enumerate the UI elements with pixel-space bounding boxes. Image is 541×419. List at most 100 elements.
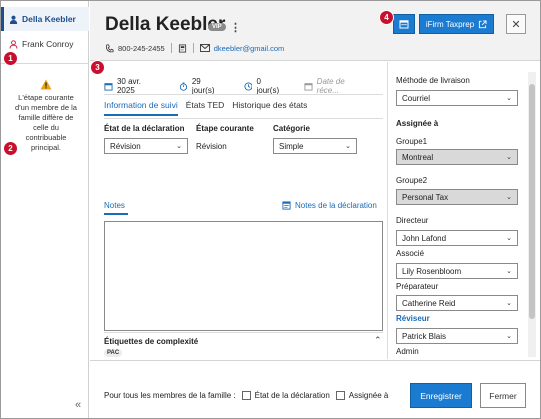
declaration-notes-link[interactable]: Notes de la déclaration [282, 201, 377, 210]
separator [170, 43, 172, 53]
active-tab-underline [104, 213, 128, 215]
tab-notes[interactable]: Notes [104, 201, 125, 210]
phone-icon [105, 43, 114, 52]
step-badge-4: 4 [379, 10, 394, 25]
main-panel: 30 avr. 2025 29 jour(s) 0 jour(s) Date d… [90, 62, 387, 359]
group1-label: Groupe1 [396, 137, 428, 146]
separator [192, 43, 194, 53]
admin-label: Admin [396, 347, 419, 356]
collapse-sidebar-button[interactable]: « [75, 399, 81, 411]
person-icon [9, 15, 18, 24]
chevron-down-icon: ⌄ [506, 268, 512, 275]
warning-icon [40, 79, 52, 90]
assignment-panel: Méthode de livraison Courriel ⌄ Assignée… [387, 62, 540, 359]
fax-icon [178, 43, 186, 53]
tab-information-de-suivi[interactable]: Information de suivi [104, 100, 178, 116]
category-select[interactable]: Simple ⌄ [273, 138, 357, 154]
ifirm-taxprep-label: iFirm Taxprep [425, 19, 475, 29]
associate-select[interactable]: Lily Rosenbloom ⌄ [396, 263, 518, 279]
current-step-value: Révision [196, 142, 227, 151]
info-row: 30 avr. 2025 29 jour(s) 0 jour(s) Date d… [104, 77, 387, 95]
checkbox-label: Assignée à [348, 391, 389, 400]
header: Della Keebler VIP ⋮ 800-245-2455 dkeeble… [90, 1, 540, 61]
chevron-down-icon: ⌄ [506, 194, 512, 201]
received-date-field[interactable]: Date de réce... [304, 77, 369, 95]
checkbox-box[interactable] [335, 391, 345, 400]
sidebar-item-label: Della Keebler [22, 14, 76, 24]
group2-value: Personal Tax [402, 192, 449, 202]
vip-badge: VIP [208, 23, 226, 31]
person-outline-icon [9, 39, 18, 49]
chevron-down-icon: ⌄ [176, 143, 182, 150]
group1-select[interactable]: Montreal ⌄ [396, 149, 518, 165]
director-label: Directeur [396, 216, 429, 225]
preparer-value: Catherine Reid [402, 298, 456, 308]
tab-etats-ted[interactable]: États TED [186, 100, 225, 116]
director-select[interactable]: John Lafond ⌄ [396, 230, 518, 246]
received-date-placeholder: Date de réce... [316, 77, 345, 95]
declaration-state-label: État de la déclaration [104, 124, 185, 133]
family-apply-text: Pour tous les membres de la famille : [104, 391, 236, 400]
chevron-down-icon: ⌄ [506, 154, 512, 161]
tab-historique[interactable]: Historique des états [232, 100, 307, 116]
chevron-down-icon: ⌄ [506, 300, 512, 307]
delivery-method-value: Courriel [402, 93, 431, 103]
stopwatch-icon [179, 81, 188, 91]
sidebar-item-label: Frank Conroy [22, 39, 74, 49]
complexity-tag: PAC [104, 349, 123, 357]
notes-icon [282, 201, 291, 210]
chevron-down-icon: ⌄ [506, 95, 512, 102]
more-options-icon[interactable]: ⋮ [230, 21, 241, 34]
notes-textarea[interactable] [104, 221, 383, 331]
step-badge-1: 1 [3, 51, 18, 66]
external-link-icon [479, 19, 487, 28]
scrollbar-thumb[interactable] [529, 84, 535, 319]
category-value: Simple [279, 141, 304, 151]
email-icon [199, 44, 210, 52]
save-button[interactable]: Enregistrer [410, 383, 472, 408]
divider [104, 94, 383, 95]
checkbox-box[interactable] [241, 391, 251, 400]
chevron-down-icon: ⌄ [345, 143, 351, 150]
director-value: John Lafond [402, 233, 447, 243]
close-icon[interactable]: ✕ [506, 14, 526, 34]
calendar-edit-icon [304, 82, 313, 91]
phone-number: 800-245-2455 [118, 43, 165, 53]
clock-icon [243, 81, 253, 91]
days-remaining: 29 jour(s) [179, 77, 226, 95]
due-date-value: 30 avr. 2025 [116, 77, 141, 95]
days-elapsed-value: 0 jour(s) [256, 77, 280, 95]
days-elapsed: 0 jour(s) [243, 77, 286, 95]
calendar-icon [399, 20, 409, 29]
days-remaining-value: 29 jour(s) [191, 77, 215, 95]
calendar-button[interactable] [393, 14, 415, 34]
associate-value: Lily Rosenbloom [402, 266, 462, 276]
tab-bar: Information de suivi États TED Historiqu… [104, 100, 315, 116]
preparer-select[interactable]: Catherine Reid ⌄ [396, 295, 518, 311]
declaration-state-select[interactable]: Révision ⌄ [104, 138, 188, 154]
divider [104, 118, 383, 119]
chevron-down-icon: ⌄ [506, 333, 512, 340]
close-button[interactable]: Fermer [480, 383, 526, 408]
declaration-state-checkbox[interactable]: État de la déclaration [241, 391, 330, 400]
family-apply-row: Pour tous les membres de la famille : Ét… [104, 391, 388, 400]
ifirm-taxprep-button[interactable]: iFirm Taxprep [419, 14, 494, 34]
reviewer-select[interactable]: Patrick Blais ⌄ [396, 328, 518, 344]
chevron-down-icon: ⌄ [506, 235, 512, 242]
group2-select[interactable]: Personal Tax ⌄ [396, 189, 518, 205]
assigned-to-checkbox[interactable]: Assignée à [335, 391, 389, 400]
group2-label: Groupe2 [396, 176, 428, 185]
email-link[interactable]: dkeebler@gmail.com [214, 44, 285, 53]
reviewer-value: Patrick Blais [402, 331, 447, 341]
delivery-method-select[interactable]: Courriel ⌄ [396, 90, 518, 106]
delivery-method-label: Méthode de livraison [396, 76, 470, 85]
due-date: 30 avr. 2025 [104, 77, 161, 95]
declaration-notes-label: Notes de la déclaration [295, 201, 377, 210]
sidebar-item-della-keebler[interactable]: Della Keebler [1, 7, 89, 31]
preparer-label: Préparateur [396, 282, 439, 291]
category-label: Catégorie [273, 124, 310, 133]
complexity-tags-title: Étiquettes de complexité [104, 337, 199, 346]
chevron-up-icon[interactable]: ⌃ [374, 335, 382, 346]
contact-row: 800-245-2455 dkeebler@gmail.com [105, 43, 284, 53]
associate-label: Associé [396, 249, 425, 258]
